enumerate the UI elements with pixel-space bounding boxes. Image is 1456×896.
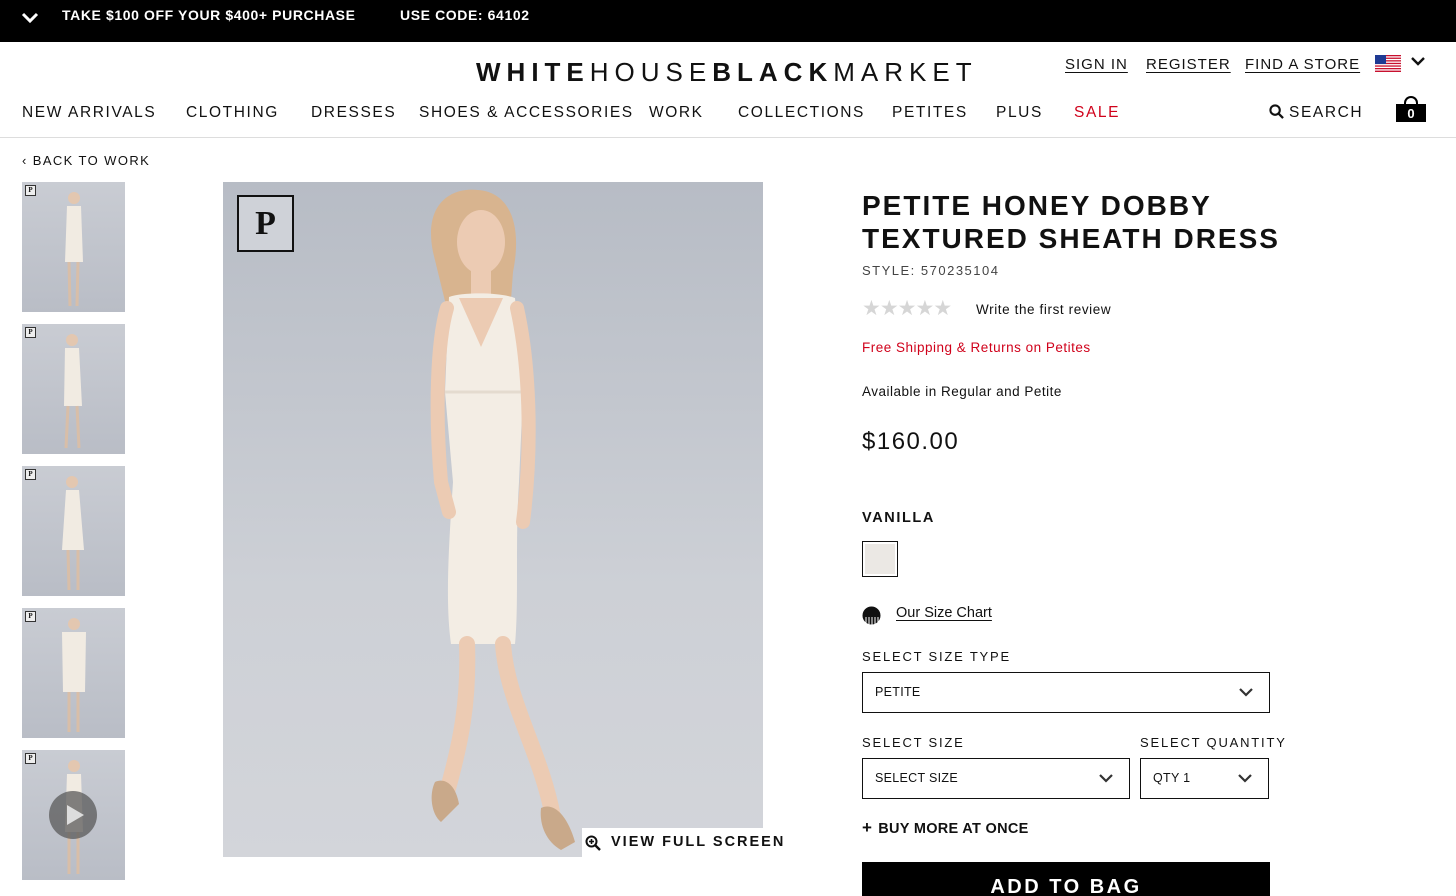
shipping-message: Free Shipping & Returns on Petites bbox=[862, 340, 1091, 355]
chevron-left-icon: ‹ bbox=[22, 153, 33, 168]
model-figure bbox=[65, 192, 83, 307]
logo-word-house: HOUSE bbox=[589, 57, 713, 87]
nav-clothing[interactable]: CLOTHING bbox=[186, 104, 279, 122]
chevron-down-icon[interactable] bbox=[1411, 56, 1425, 66]
logo-word-black: BLACK bbox=[712, 57, 834, 87]
chevron-down-icon bbox=[1238, 774, 1252, 783]
model-figure bbox=[62, 618, 86, 732]
chevron-down-icon bbox=[1239, 688, 1253, 697]
bag-count: 0 bbox=[1396, 104, 1426, 122]
write-review-link[interactable]: Write the first review bbox=[976, 302, 1111, 317]
product-title-line-1: PETITE HONEY DOBBY bbox=[862, 190, 1212, 221]
size-select[interactable]: SELECT SIZE bbox=[862, 758, 1130, 799]
star-icon: ★ bbox=[879, 297, 899, 320]
back-link-label: BACK TO WORK bbox=[32, 153, 151, 168]
buy-more-label: BUY MORE AT ONCE bbox=[878, 821, 1029, 837]
nav-plus[interactable]: PLUS bbox=[996, 104, 1043, 122]
back-link[interactable]: ‹ BACK TO WORK bbox=[22, 153, 150, 168]
main-product-image[interactable] bbox=[223, 182, 763, 857]
add-to-bag-button[interactable]: ADD TO BAG bbox=[862, 862, 1270, 896]
petite-badge: P bbox=[25, 185, 36, 196]
view-full-screen-button[interactable]: VIEW FULL SCREEN bbox=[582, 828, 783, 857]
petite-badge: P bbox=[25, 753, 36, 764]
nav-petites[interactable]: PETITES bbox=[892, 104, 968, 122]
quantity-value: QTY 1 bbox=[1153, 771, 1191, 785]
nav-collections[interactable]: COLLECTIONS bbox=[738, 104, 865, 122]
gallery-thumbnail-2[interactable]: P bbox=[22, 324, 125, 454]
chevron-down-icon[interactable] bbox=[21, 11, 39, 25]
star-icon: ★ bbox=[862, 297, 881, 320]
promo-bar: TAKE $100 OFF YOUR $400+ PURCHASE USE CO… bbox=[0, 0, 1456, 42]
nav-work[interactable]: WORK bbox=[649, 104, 704, 122]
product-price: $160.00 bbox=[862, 428, 960, 455]
register-link[interactable]: REGISTER bbox=[1146, 56, 1231, 73]
star-icon: ★ bbox=[933, 297, 952, 320]
find-store-link[interactable]: FIND A STORE bbox=[1245, 56, 1360, 73]
selected-color-name: VANILLA bbox=[862, 510, 935, 526]
sign-in-link[interactable]: SIGN IN bbox=[1065, 56, 1128, 73]
quantity-label: SELECT QUANTITY bbox=[1140, 735, 1287, 750]
size-value: SELECT SIZE bbox=[875, 771, 958, 785]
gallery-thumbnail-1[interactable]: P bbox=[22, 182, 125, 312]
view-full-screen-label: VIEW FULL SCREEN bbox=[611, 834, 786, 850]
gallery-thumbnail-4[interactable]: P bbox=[22, 608, 125, 738]
model-figure bbox=[64, 334, 82, 449]
brand-logo[interactable]: WHITEHOUSEBLACKMARKET bbox=[476, 57, 978, 88]
size-type-value: PETITE bbox=[875, 685, 921, 699]
model-figure bbox=[62, 476, 84, 591]
search-button[interactable]: SEARCH bbox=[1269, 104, 1363, 122]
logo-word-market: MARKET bbox=[833, 57, 978, 87]
availability-text: Available in Regular and Petite bbox=[862, 384, 1062, 399]
size-chart-link[interactable]: Our Size Chart bbox=[896, 605, 992, 621]
model-figure bbox=[430, 189, 575, 850]
nav-sale[interactable]: SALE bbox=[1074, 104, 1120, 122]
petite-badge: P bbox=[237, 195, 294, 252]
nav-shoes-accessories[interactable]: SHOES & ACCESSORIES bbox=[419, 104, 634, 122]
star-icon: ★ bbox=[915, 297, 934, 320]
size-chart-icon bbox=[862, 606, 881, 625]
style-number: STYLE: 570235104 bbox=[862, 263, 1000, 278]
plus-icon: + bbox=[862, 818, 873, 837]
petite-badge: P bbox=[25, 611, 36, 622]
gallery-thumbnail-3[interactable]: P bbox=[22, 466, 125, 596]
header-divider bbox=[0, 137, 1456, 138]
swatch-fill bbox=[865, 544, 895, 574]
buy-more-toggle[interactable]: + BUY MORE AT ONCE bbox=[862, 818, 1029, 838]
promo-code-text: USE CODE: 64102 bbox=[400, 7, 530, 23]
chevron-down-icon bbox=[1099, 774, 1113, 783]
logo-word-white: WHITE bbox=[476, 57, 590, 87]
product-title-line-2: TEXTURED SHEATH DRESS bbox=[862, 223, 1280, 254]
nav-new-arrivals[interactable]: NEW ARRIVALS bbox=[22, 104, 156, 122]
rating-stars[interactable]: ★★★★★ bbox=[862, 296, 952, 321]
petite-badge: P bbox=[25, 327, 36, 338]
play-video-button[interactable] bbox=[49, 791, 97, 839]
product-title: PETITE HONEY DOBBY TEXTURED SHEATH DRESS bbox=[862, 189, 1302, 255]
size-type-select[interactable]: PETITE bbox=[862, 672, 1270, 713]
size-type-label: SELECT SIZE TYPE bbox=[862, 649, 1011, 664]
search-label: SEARCH bbox=[1289, 104, 1364, 121]
zoom-in-icon bbox=[585, 835, 601, 851]
nav-dresses[interactable]: DRESSES bbox=[311, 104, 396, 122]
shopping-bag-button[interactable]: 0 bbox=[1396, 96, 1426, 122]
promo-offer-text: TAKE $100 OFF YOUR $400+ PURCHASE bbox=[62, 7, 356, 23]
us-flag-icon[interactable] bbox=[1375, 55, 1401, 72]
quantity-select[interactable]: QTY 1 bbox=[1140, 758, 1269, 799]
play-icon bbox=[67, 805, 84, 825]
search-icon bbox=[1269, 104, 1284, 119]
color-swatch-vanilla[interactable] bbox=[862, 541, 898, 577]
petite-badge: P bbox=[25, 469, 36, 480]
size-label: SELECT SIZE bbox=[862, 735, 965, 750]
star-icon: ★ bbox=[897, 297, 917, 320]
